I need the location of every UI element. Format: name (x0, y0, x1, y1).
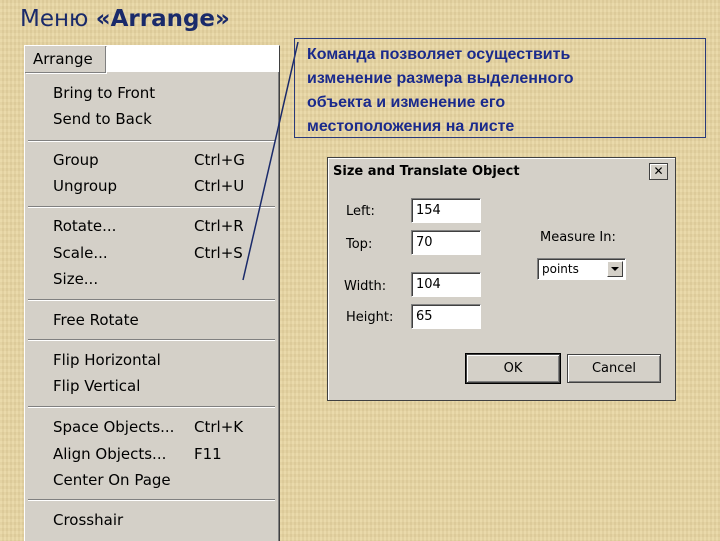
ok-button[interactable]: OK (465, 353, 561, 384)
top-field[interactable] (411, 230, 481, 255)
size-translate-dialog: Size and Translate Object ✕ Left: Top: W… (327, 157, 676, 401)
measure-in-value: points (542, 262, 579, 276)
cancel-button[interactable]: Cancel (567, 354, 661, 383)
left-field[interactable] (411, 198, 481, 223)
callout-text: Команда позволяет осуществить изменение … (307, 46, 574, 135)
close-icon[interactable]: ✕ (649, 163, 668, 180)
left-label: Left: (346, 204, 375, 219)
height-label: Height: (346, 310, 394, 325)
dialog-title: Size and Translate Object (333, 164, 520, 179)
chevron-down-icon[interactable] (607, 261, 623, 277)
measure-in-select[interactable]: points (537, 258, 626, 280)
callout-box: Команда позволяет осуществить изменение … (294, 38, 706, 138)
height-field[interactable] (411, 304, 481, 329)
width-label: Width: (344, 279, 387, 294)
callout-connector-line (242, 41, 299, 281)
top-label: Top: (346, 237, 373, 252)
measure-in-label: Measure In: (540, 230, 616, 245)
width-field[interactable] (411, 272, 481, 297)
